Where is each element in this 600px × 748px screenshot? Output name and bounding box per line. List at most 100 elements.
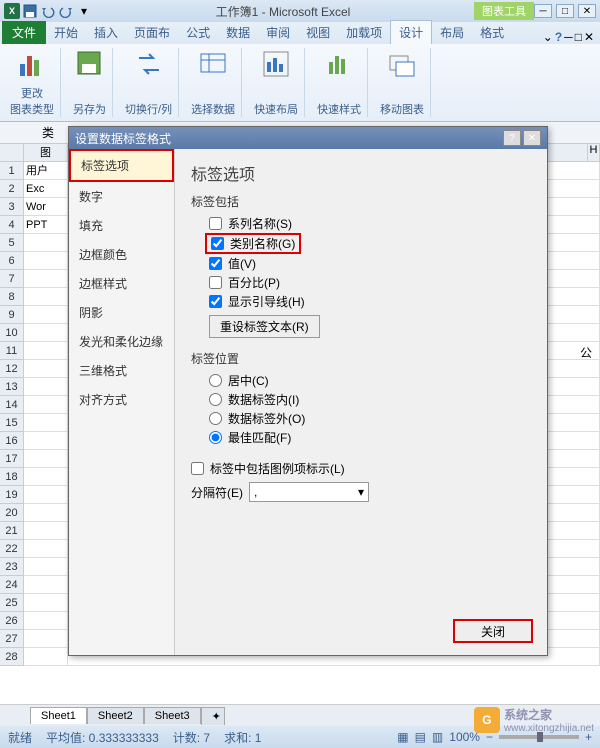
- cell[interactable]: [24, 630, 68, 648]
- tab-format[interactable]: 格式: [472, 21, 512, 44]
- cell[interactable]: [24, 522, 68, 540]
- tab-view[interactable]: 视图: [298, 21, 338, 44]
- ribbon-minimize-icon[interactable]: ⌄: [543, 30, 553, 44]
- separator-dropdown[interactable]: , ▾: [249, 482, 369, 502]
- cell[interactable]: [24, 648, 68, 666]
- dialog-titlebar[interactable]: 设置数据标签格式 ? ✕: [69, 127, 547, 149]
- col-header[interactable]: H: [588, 144, 600, 162]
- ribbon-select-data[interactable]: 选择数据: [185, 48, 242, 117]
- save-icon[interactable]: [22, 3, 38, 19]
- sidebar-item-alignment[interactable]: 对齐方式: [69, 385, 174, 414]
- reset-label-text-button[interactable]: 重设标签文本(R): [209, 315, 320, 338]
- ribbon-change-chart-type[interactable]: 更改 图表类型: [4, 48, 61, 117]
- col-header[interactable]: 图: [24, 144, 68, 162]
- checkbox-value[interactable]: 值(V): [191, 254, 531, 273]
- checkbox-percentage[interactable]: 百分比(P): [191, 273, 531, 292]
- row-header[interactable]: 23: [0, 558, 24, 576]
- radio-inside-end[interactable]: 数据标签内(I): [191, 390, 531, 409]
- cell[interactable]: [24, 234, 68, 252]
- cell[interactable]: [24, 252, 68, 270]
- sheet-tab-2[interactable]: Sheet2: [87, 707, 144, 724]
- cell[interactable]: [24, 432, 68, 450]
- help-icon[interactable]: ?: [555, 30, 562, 44]
- cell[interactable]: [24, 324, 68, 342]
- maximize-button[interactable]: □: [556, 4, 574, 18]
- cell[interactable]: [24, 270, 68, 288]
- ribbon-quick-style[interactable]: 快速样式: [311, 48, 368, 117]
- row-header[interactable]: 12: [0, 360, 24, 378]
- radio-outside-end[interactable]: 数据标签外(O): [191, 409, 531, 428]
- row-header[interactable]: 4: [0, 216, 24, 234]
- view-normal-icon[interactable]: ▦: [397, 730, 408, 744]
- tab-data[interactable]: 数据: [218, 21, 258, 44]
- row-header[interactable]: 17: [0, 450, 24, 468]
- cell[interactable]: [24, 468, 68, 486]
- row-header[interactable]: 10: [0, 324, 24, 342]
- close-button[interactable]: ✕: [578, 4, 596, 18]
- cell[interactable]: [24, 288, 68, 306]
- undo-icon[interactable]: [40, 3, 56, 19]
- row-header[interactable]: 16: [0, 432, 24, 450]
- cell[interactable]: [24, 558, 68, 576]
- tab-review[interactable]: 审阅: [258, 21, 298, 44]
- close-button[interactable]: 关闭: [453, 619, 533, 643]
- row-header[interactable]: 7: [0, 270, 24, 288]
- row-header[interactable]: 13: [0, 378, 24, 396]
- sidebar-item-number[interactable]: 数字: [69, 182, 174, 211]
- row-header[interactable]: 2: [0, 180, 24, 198]
- select-all-corner[interactable]: [0, 144, 24, 162]
- cell[interactable]: [24, 540, 68, 558]
- row-header[interactable]: 18: [0, 468, 24, 486]
- new-sheet-button[interactable]: ✦: [201, 707, 225, 725]
- row-header[interactable]: 26: [0, 612, 24, 630]
- row-header[interactable]: 19: [0, 486, 24, 504]
- ribbon-switch-row-col[interactable]: 切换行/列: [119, 48, 179, 117]
- cell[interactable]: [24, 306, 68, 324]
- cell[interactable]: Exc: [24, 180, 68, 198]
- file-tab[interactable]: 文件: [2, 21, 46, 44]
- tab-design[interactable]: 设计: [390, 20, 432, 44]
- view-page-icon[interactable]: ▤: [415, 730, 426, 744]
- sheet-tab-1[interactable]: Sheet1: [30, 707, 87, 724]
- row-header[interactable]: 9: [0, 306, 24, 324]
- sidebar-item-glow[interactable]: 发光和柔化边缘: [69, 327, 174, 356]
- view-break-icon[interactable]: ▥: [432, 730, 443, 744]
- cell[interactable]: [24, 414, 68, 432]
- checkbox-include-legend-key[interactable]: 标签中包括图例项标示(L): [191, 459, 531, 478]
- cell[interactable]: [24, 378, 68, 396]
- row-header[interactable]: 28: [0, 648, 24, 666]
- checkbox-category-name[interactable]: 类别名称(G): [205, 233, 301, 254]
- row-header[interactable]: 11: [0, 342, 24, 360]
- row-header[interactable]: 25: [0, 594, 24, 612]
- dialog-help-button[interactable]: ?: [503, 130, 521, 146]
- sheet-tab-3[interactable]: Sheet3: [144, 707, 201, 724]
- cell[interactable]: Wor: [24, 198, 68, 216]
- sidebar-item-label-options[interactable]: 标签选项: [69, 149, 174, 182]
- row-header[interactable]: 6: [0, 252, 24, 270]
- cell[interactable]: [24, 504, 68, 522]
- cell[interactable]: [24, 396, 68, 414]
- checkbox-series-name[interactable]: 系列名称(S): [191, 214, 531, 233]
- zoom-slider[interactable]: [499, 735, 579, 739]
- row-header[interactable]: 27: [0, 630, 24, 648]
- sidebar-item-border-color[interactable]: 边框颜色: [69, 240, 174, 269]
- row-header[interactable]: 15: [0, 414, 24, 432]
- cell[interactable]: 用户: [24, 162, 68, 180]
- redo-icon[interactable]: [58, 3, 74, 19]
- row-header[interactable]: 20: [0, 504, 24, 522]
- sidebar-item-border-style[interactable]: 边框样式: [69, 269, 174, 298]
- tab-insert[interactable]: 插入: [86, 21, 126, 44]
- sidebar-item-3d[interactable]: 三维格式: [69, 356, 174, 385]
- doc-close-icon[interactable]: ✕: [584, 30, 594, 44]
- row-header[interactable]: 8: [0, 288, 24, 306]
- ribbon-move-chart[interactable]: 移动图表: [374, 48, 431, 117]
- row-header[interactable]: 21: [0, 522, 24, 540]
- row-header[interactable]: 3: [0, 198, 24, 216]
- sidebar-item-fill[interactable]: 填充: [69, 211, 174, 240]
- row-header[interactable]: 5: [0, 234, 24, 252]
- dialog-close-button[interactable]: ✕: [523, 130, 541, 146]
- cell[interactable]: [24, 450, 68, 468]
- tab-home[interactable]: 开始: [46, 21, 86, 44]
- ribbon-save-as[interactable]: 另存为: [67, 48, 113, 117]
- tab-formulas[interactable]: 公式: [178, 21, 218, 44]
